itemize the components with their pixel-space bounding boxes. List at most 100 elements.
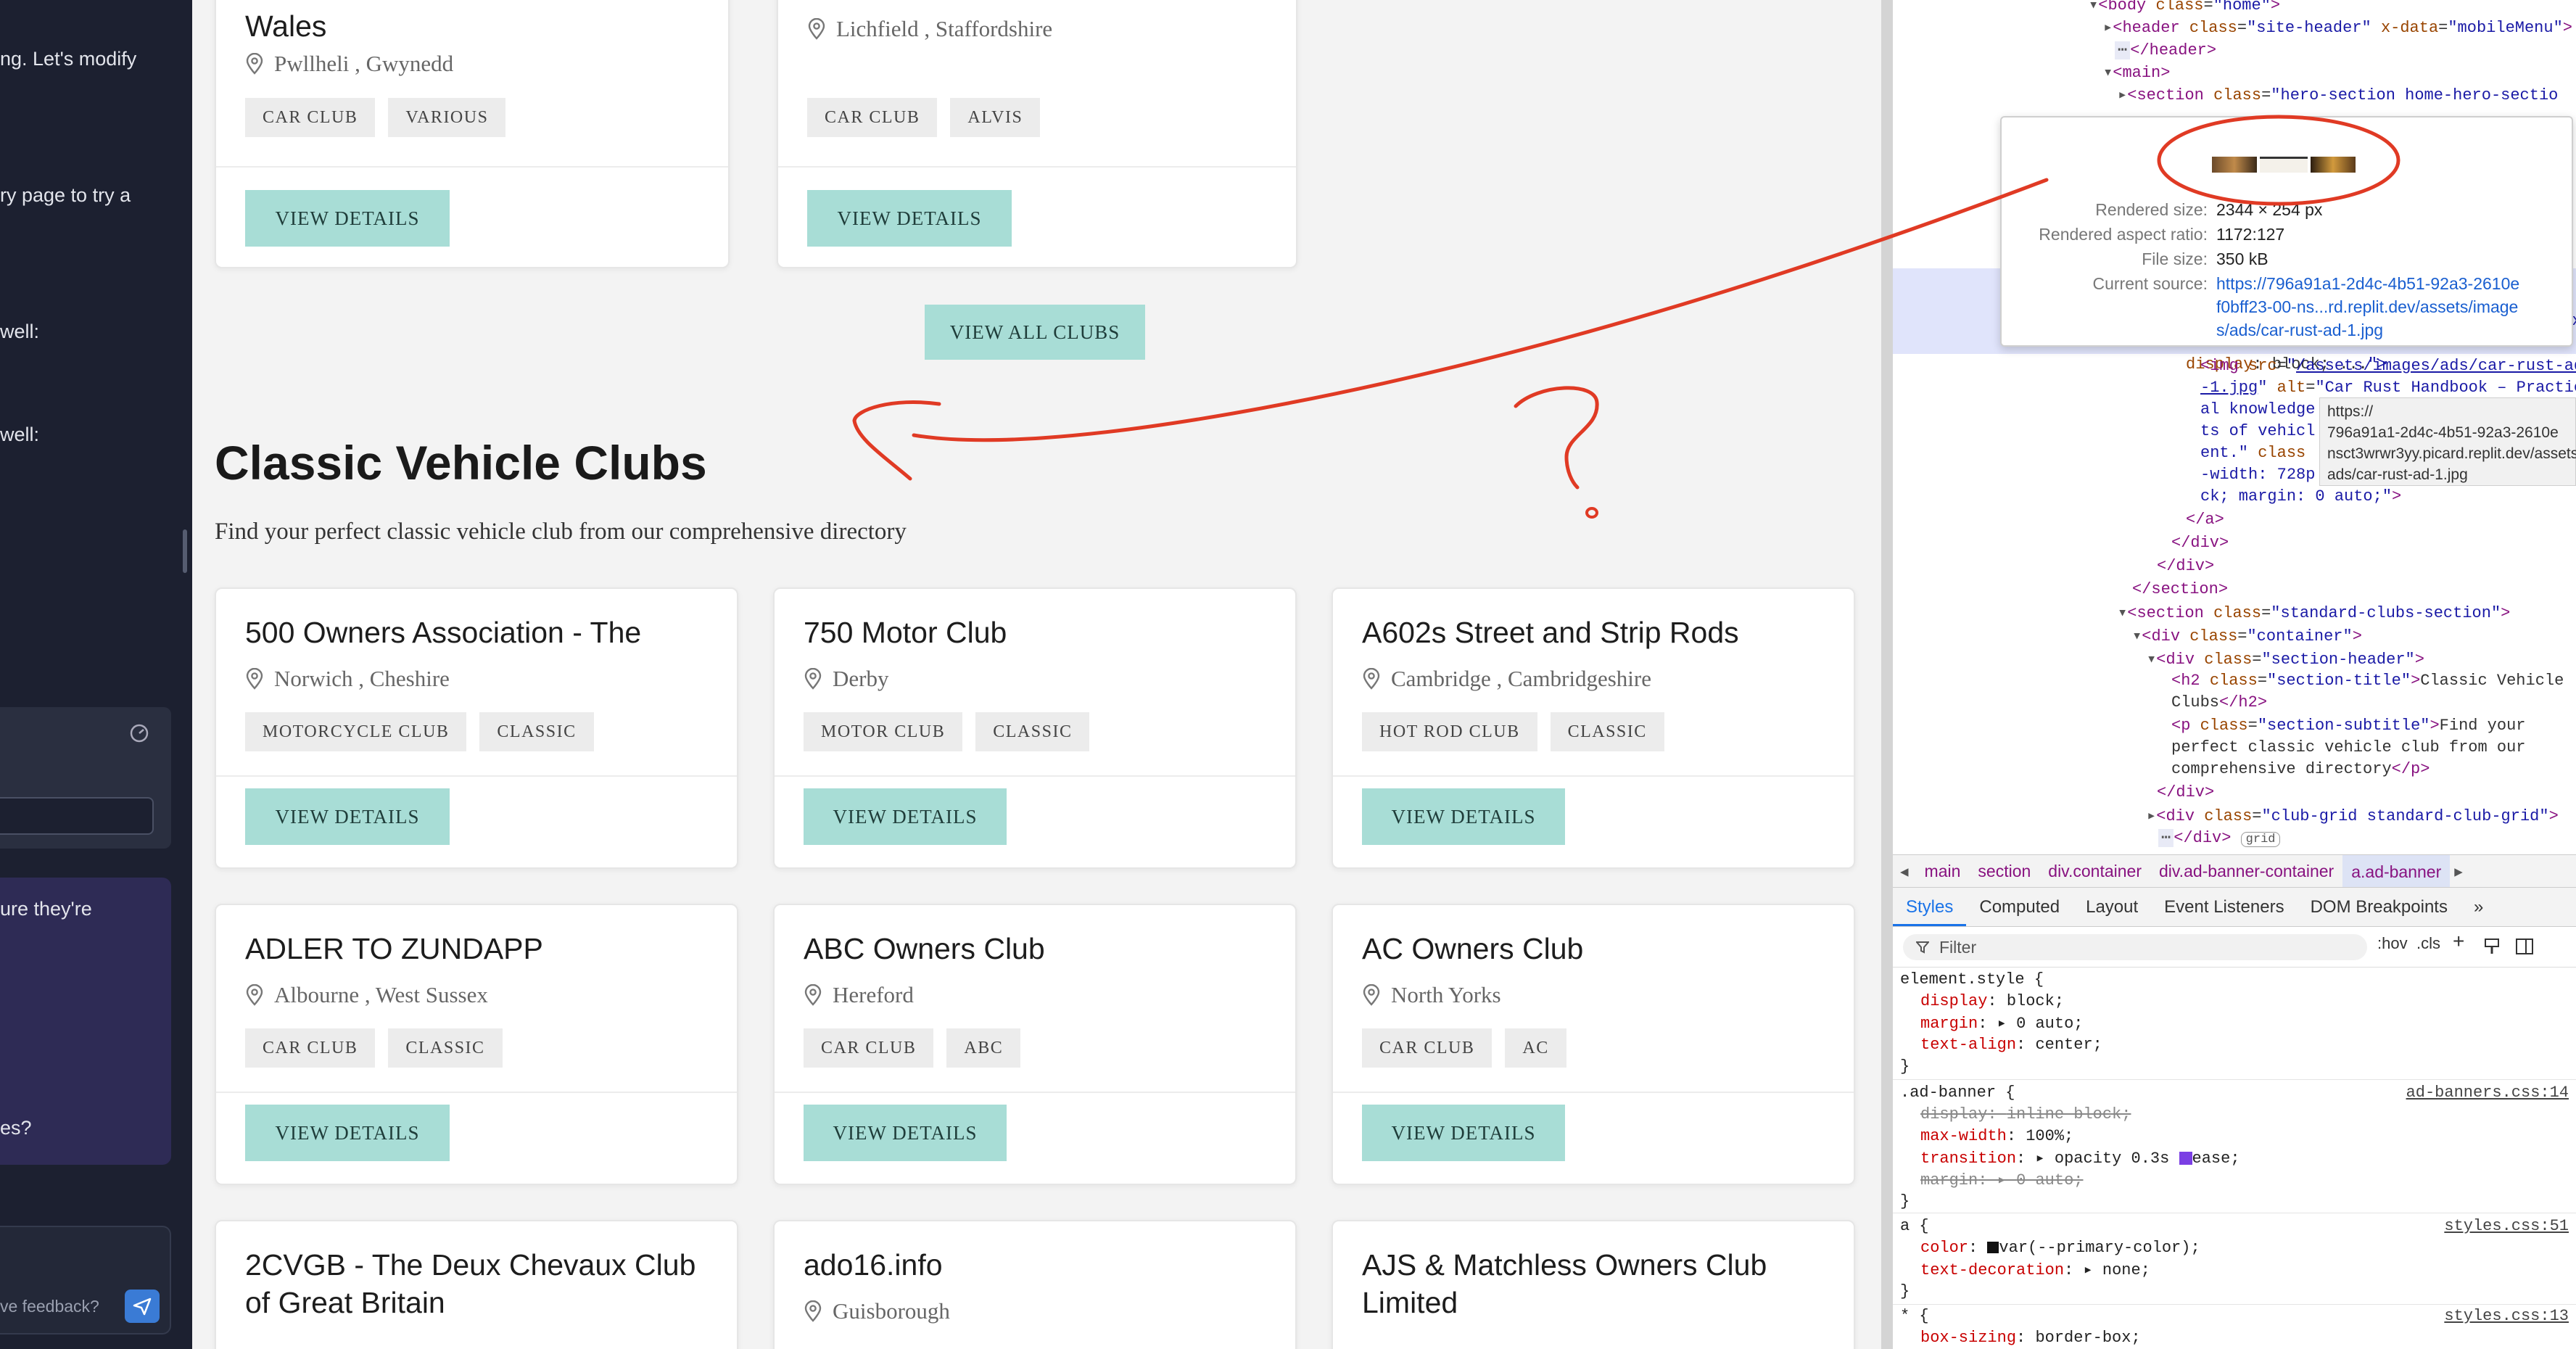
breadcrumb-item-selected[interactable]: a.ad-banner (2342, 855, 2451, 887)
rule-close: } (1900, 1282, 1910, 1300)
tab-event-listeners[interactable]: Event Listeners (2151, 888, 2297, 926)
view-details-button[interactable]: VIEW DETAILS (1362, 788, 1565, 845)
tab-styles[interactable]: Styles (1893, 888, 1967, 926)
club-card: 2CVGB - The Deux Chevaux Club of Great B… (215, 1220, 738, 1349)
view-details-button[interactable]: VIEW DETAILS (804, 788, 1007, 845)
tag: CAR CLUB (245, 98, 376, 137)
tab-computed[interactable]: Computed (1966, 888, 2073, 926)
tag: CLASSIC (1550, 712, 1664, 751)
chat-text-input[interactable] (0, 797, 154, 835)
current-source-link[interactable]: https://796a91a1-2d4c-4b51-92a3-2610e (2216, 274, 2519, 294)
url-tooltip-line: ads/car-rust-ad-1.jpg (2327, 466, 2468, 483)
location-text: Pwllheli , Gwynedd (274, 51, 454, 76)
image-preview-tooltip: Rendered size: 2344 × 254 px Rendered as… (2000, 116, 2573, 347)
club-card: 500 Owners Association - The Norwich , C… (215, 587, 738, 869)
rule-source-link[interactable]: ad-banners.css:14 (2406, 1084, 2569, 1102)
breadcrumb-item[interactable]: div.container (2039, 862, 2150, 881)
easing-icon[interactable] (2179, 1152, 2192, 1166)
rendered-size-value: 2344 × 254 px (2216, 200, 2323, 219)
css-declaration[interactable]: display: block; (1920, 992, 2064, 1010)
css-declaration[interactable]: transition: ▸ opacity 0.3s ease; (1920, 1149, 2240, 1168)
club-location: Norwich , Cheshire (245, 666, 450, 692)
rule-selector: * { (1900, 1307, 1929, 1325)
tag: VARIOUS (388, 98, 506, 137)
breadcrumb-scroll-left-icon[interactable]: ◂ (1893, 862, 1916, 881)
gauge-icon[interactable] (129, 723, 149, 743)
view-details-button[interactable]: VIEW DETAILS (245, 190, 450, 247)
location-text: Cambridge , Cambridgeshire (1391, 666, 1651, 691)
club-name: ADLER TO ZUNDAPP (245, 932, 543, 965)
tab-dom-breakpoints[interactable]: DOM Breakpoints (2298, 888, 2461, 926)
url-tooltip-line: https:// (2327, 403, 2374, 420)
club-card: ADLER TO ZUNDAPP Albourne , West Sussex … (215, 904, 738, 1185)
breadcrumb-item[interactable]: section (1969, 862, 2039, 881)
css-declaration[interactable]: color: var(--primary-color); (1920, 1239, 2200, 1257)
current-source-link[interactable]: s/ads/car-rust-ad-1.jpg (2216, 321, 2383, 340)
club-card: ado16.info Guisborough (773, 1220, 1297, 1349)
dom-breadcrumbs: ◂ main section div.container div.ad-bann… (1893, 854, 2576, 888)
view-all-clubs-button[interactable]: VIEW ALL CLUBS (925, 305, 1145, 360)
filter-input[interactable]: Filter (1903, 934, 2367, 960)
send-button[interactable] (125, 1290, 160, 1323)
view-details-button[interactable]: VIEW DETAILS (1362, 1105, 1565, 1161)
rule-source-link[interactable]: styles.css:51 (2444, 1217, 2569, 1235)
css-declaration[interactable]: margin: ▸ 0 auto; (1920, 1014, 2084, 1033)
hov-toggle[interactable]: :hov (2377, 934, 2408, 953)
club-name-continued: Limited (1362, 1286, 1458, 1319)
location-text: Derby (833, 666, 889, 691)
css-declaration-overridden[interactable]: display: inline-block; (1920, 1105, 2131, 1123)
club-card: A602s Street and Strip Rods Cambridge , … (1332, 587, 1855, 869)
more-tabs-icon[interactable]: » (2461, 888, 2496, 926)
css-declaration[interactable]: text-align: center; (1920, 1036, 2102, 1054)
current-source-link[interactable]: f0bff23-00-ns...rd.replit.dev/assets/ima… (2216, 297, 2518, 317)
divider (775, 1092, 1295, 1093)
paint-icon[interactable] (2483, 937, 2502, 956)
club-card: 750 Motor Club Derby MOTOR CLUB CLASSIC … (773, 587, 1297, 869)
location-text: Norwich , Cheshire (274, 666, 450, 691)
rendered-size-label: Rendered size: (2095, 200, 2208, 219)
toggle-sidebar-icon[interactable] (2515, 937, 2534, 956)
ad-banner-thumbnail (2212, 157, 2357, 174)
url-tooltip-line: nsct3wrwr3yy.picard.replit.dev/assets/im (2327, 445, 2576, 462)
breadcrumb-item[interactable]: div.ad-banner-container (2150, 862, 2342, 881)
location-text: Albourne , West Sussex (274, 982, 488, 1007)
location-text: Guisborough (833, 1298, 950, 1324)
current-source-label: Current source: (2092, 274, 2208, 293)
tag: CAR CLUB (1362, 1028, 1493, 1068)
club-tags: HOT ROD CLUB CLASSIC (1362, 712, 1664, 751)
panel-resize-handle[interactable] (183, 529, 187, 573)
view-details-button[interactable]: VIEW DETAILS (245, 1105, 450, 1161)
divider (775, 775, 1295, 777)
section-title: Classic Vehicle Clubs (215, 436, 707, 490)
divider (778, 166, 1296, 168)
new-rule-icon[interactable]: + (2453, 930, 2464, 953)
club-tags: CAR CLUB CLASSIC (245, 1028, 503, 1068)
css-declaration[interactable]: max-width: 100%; (1920, 1127, 2073, 1145)
chat-highlight-message: ure they're es? (0, 878, 171, 1165)
breadcrumb-item[interactable]: main (1916, 862, 1970, 881)
css-declaration[interactable]: text-decoration: ▸ none; (1920, 1261, 2150, 1279)
aspect-ratio-label: Rendered aspect ratio: (2039, 225, 2208, 244)
aspect-ratio-value: 1172:127 (2216, 225, 2285, 244)
breadcrumb-scroll-right-icon[interactable]: ▸ (2450, 862, 2467, 881)
view-details-button[interactable]: VIEW DETAILS (804, 1105, 1007, 1161)
club-card: AJS & Matchless Owners Club Limited (1332, 1220, 1855, 1349)
feedback-box[interactable]: ve feedback? (0, 1226, 171, 1334)
tag: ALVIS (950, 98, 1041, 137)
tag: CAR CLUB (807, 98, 938, 137)
section-subtitle: Find your perfect classic vehicle club f… (215, 519, 907, 545)
rule-source-link[interactable]: styles.css:13 (2444, 1307, 2569, 1325)
tab-layout[interactable]: Layout (2073, 888, 2151, 926)
club-location: Pwllheli , Gwynedd (245, 51, 453, 77)
color-swatch-icon[interactable] (1987, 1242, 1999, 1254)
divider (1893, 1304, 2576, 1305)
filter-placeholder: Filter (1939, 938, 1977, 957)
css-declaration-overridden[interactable]: margin: ▸ 0 auto; (1920, 1171, 2084, 1189)
view-details-button[interactable]: VIEW DETAILS (245, 788, 450, 845)
club-name: 750 Motor Club (804, 616, 1007, 649)
css-declaration[interactable]: box-sizing: border-box; (1920, 1329, 2141, 1347)
cls-toggle[interactable]: .cls (2416, 934, 2440, 953)
club-tags: CAR CLUB ALVIS (807, 98, 1041, 137)
view-details-button[interactable]: VIEW DETAILS (807, 190, 1012, 247)
location-pin-icon (1363, 984, 1380, 1006)
